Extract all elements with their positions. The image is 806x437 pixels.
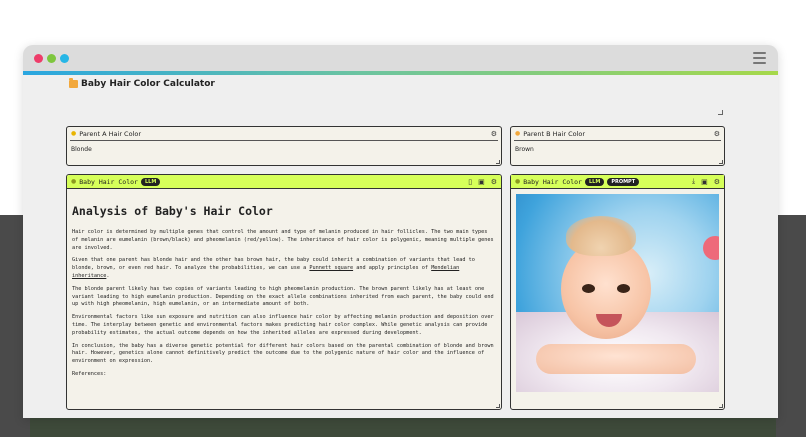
- llm-badge: LLM: [584, 177, 605, 186]
- llm-badge: LLM: [140, 177, 161, 186]
- parent-b-panel: ● Parent B Hair Color ⚙ Brown: [510, 126, 725, 166]
- background-shadow: [30, 418, 776, 437]
- bulb-icon: ●: [71, 178, 77, 185]
- sliders-icon[interactable]: ⚙: [714, 130, 720, 138]
- parent-a-label: Parent A Hair Color: [79, 129, 142, 138]
- bulb-icon: ●: [515, 130, 521, 137]
- resize-handle[interactable]: [496, 404, 500, 408]
- references-label: References:: [72, 370, 107, 377]
- page-title-text: Baby Hair Color Calculator: [81, 79, 215, 89]
- image-icon[interactable]: ▣: [701, 178, 708, 186]
- sliders-icon[interactable]: ⚙: [491, 178, 497, 186]
- bulb-icon: ●: [515, 178, 521, 185]
- analysis-heading: Analysis of Baby's Hair Color: [72, 204, 273, 218]
- analysis-paragraph: In conclusion, the baby has a diverse ge…: [72, 342, 494, 365]
- parent-a-input[interactable]: Blonde: [67, 141, 501, 158]
- folder-icon: [69, 78, 78, 88]
- close-window-button[interactable]: [34, 54, 43, 63]
- resize-handle[interactable]: [496, 160, 500, 164]
- maximize-window-button[interactable]: [60, 54, 69, 63]
- analysis-panel-label: Baby Hair Color: [79, 177, 138, 186]
- parent-a-panel: ● Parent A Hair Color ⚙ Blonde: [66, 126, 502, 166]
- analysis-paragraph: Hair color is determined by multiple gen…: [72, 229, 494, 251]
- punnett-square-link[interactable]: Punnett square: [309, 265, 353, 271]
- file-icon[interactable]: ▯: [468, 178, 472, 186]
- app-window: Baby Hair Color Calculator ● Parent A Ha…: [23, 45, 778, 418]
- page-title: Baby Hair Color Calculator: [69, 78, 215, 89]
- image-panel: ● Baby Hair Color LLM PROMPT ⤓ ▣ ⚙: [510, 174, 725, 410]
- sliders-icon[interactable]: ⚙: [714, 178, 720, 186]
- analysis-paragraph: The blonde parent likely has two copies …: [72, 285, 494, 308]
- prompt-badge: PROMPT: [607, 177, 640, 186]
- image-icon[interactable]: ▣: [478, 178, 485, 186]
- analysis-panel: ● Baby Hair Color LLM ▯ ▣ ⚙ Analysis of …: [66, 174, 502, 410]
- menu-icon[interactable]: [753, 52, 766, 64]
- analysis-document: Analysis of Baby's Hair Color Hair color…: [67, 189, 501, 379]
- image-panel-label: Baby Hair Color: [523, 177, 582, 186]
- resize-handle[interactable]: [719, 160, 723, 164]
- download-icon[interactable]: ⤓: [692, 177, 695, 186]
- baby-photo: [516, 194, 719, 392]
- analysis-paragraph: Given that one parent has blonde hair an…: [72, 257, 475, 279]
- minimize-window-button[interactable]: [47, 54, 56, 63]
- accent-bar: [23, 71, 778, 75]
- title-bar: [23, 45, 778, 71]
- resize-handle[interactable]: [718, 110, 723, 115]
- parent-b-input[interactable]: Brown: [511, 141, 724, 158]
- analysis-paragraph: Environmental factors like sun exposure …: [72, 314, 494, 336]
- parent-b-label: Parent B Hair Color: [523, 129, 586, 138]
- sliders-icon[interactable]: ⚙: [491, 130, 497, 138]
- bulb-icon: ●: [71, 130, 77, 137]
- resize-handle[interactable]: [719, 404, 723, 408]
